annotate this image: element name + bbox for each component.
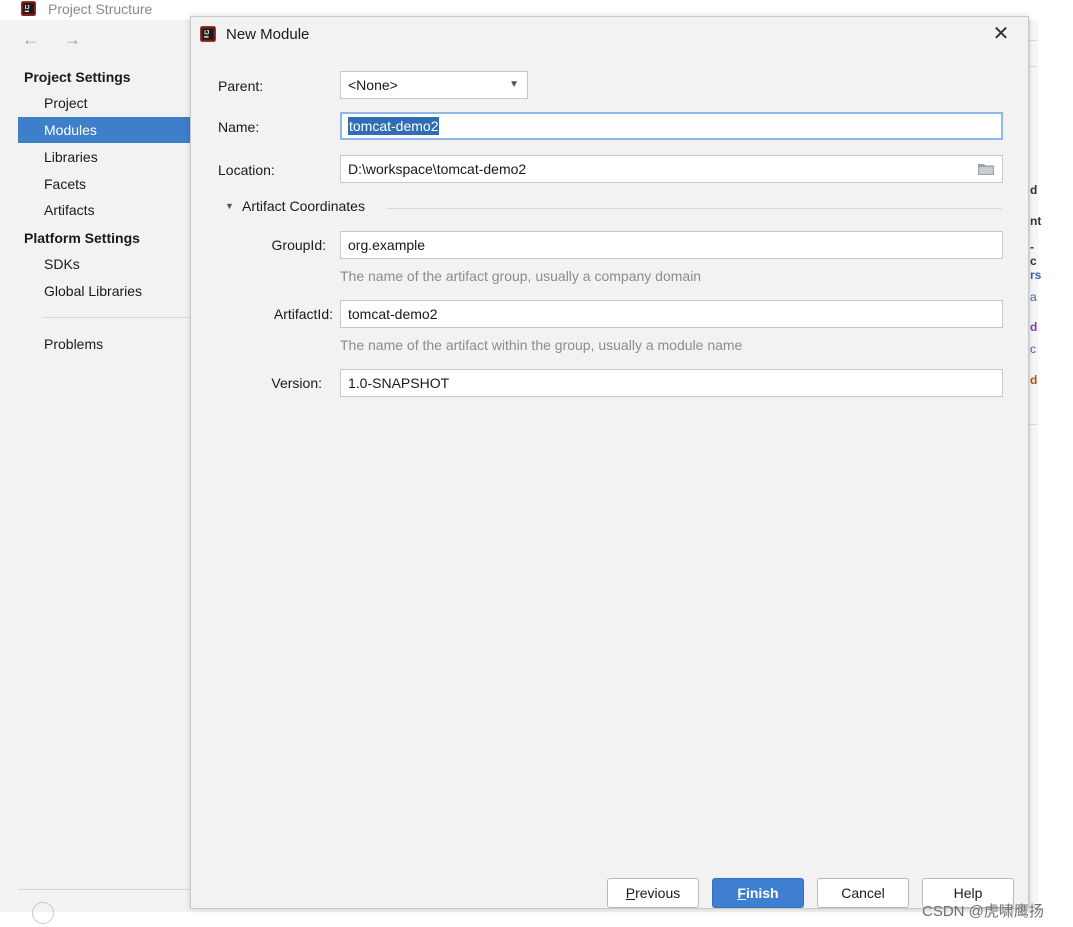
groupid-input[interactable]: org.example <box>340 231 1003 259</box>
section-divider <box>387 208 1002 209</box>
sidebar-item-facets[interactable]: Facets <box>18 171 190 197</box>
sidebar-bottom-divider <box>18 889 190 890</box>
previous-mnemonic: P <box>625 885 636 901</box>
groupid-label: GroupId: <box>271 237 326 253</box>
platform-settings-header: Platform Settings <box>24 230 140 246</box>
close-icon[interactable]: ✕ <box>990 23 1012 45</box>
edge-divider <box>1028 40 1037 41</box>
browse-folder-icon[interactable] <box>978 163 994 175</box>
project-settings-header: Project Settings <box>24 69 131 85</box>
cancel-button[interactable]: Cancel <box>817 878 909 908</box>
edge-text-fragment: nt <box>1030 214 1042 228</box>
sidebar-item-global-libraries[interactable]: Global Libraries <box>18 278 190 304</box>
name-input[interactable]: tomcat-demo2 <box>340 112 1003 140</box>
sidebar-item-modules[interactable]: Modules <box>18 117 190 143</box>
intellij-app-icon: IJ <box>21 1 36 16</box>
location-input-value: D:\workspace\tomcat-demo2 <box>348 161 527 177</box>
artifactid-hint: The name of the artifact within the grou… <box>340 337 743 353</box>
finish-button[interactable]: Finish <box>712 878 804 908</box>
project-structure-title: Project Structure <box>48 1 153 17</box>
artifact-coordinates-title[interactable]: Artifact Coordinates <box>242 198 365 214</box>
parent-dropdown[interactable]: <None> ▼ <box>340 71 528 99</box>
watermark: CSDN @虎啸鹰扬 <box>922 903 1044 920</box>
background-content-edge <box>1029 20 1038 912</box>
name-label: Name: <box>218 119 260 135</box>
edge-text-fragment: a <box>1030 290 1037 304</box>
svg-text:IJ: IJ <box>204 30 210 37</box>
dialog-title: New Module <box>226 26 310 43</box>
groupid-input-value: org.example <box>348 237 426 253</box>
finish-label-rest: inish <box>745 885 779 901</box>
sidebar-item-artifacts[interactable]: Artifacts <box>18 197 190 223</box>
help-circle-icon[interactable] <box>32 902 54 924</box>
sidebar-item-problems[interactable]: Problems <box>18 331 190 357</box>
artifactid-input[interactable]: tomcat-demo2 <box>340 300 1003 328</box>
sidebar-item-sdks[interactable]: SDKs <box>18 251 190 277</box>
edge-text-fragment: d <box>1030 320 1038 334</box>
sidebar-divider <box>42 317 192 318</box>
version-label: Version: <box>271 375 322 391</box>
edge-text-fragment: d <box>1030 183 1038 197</box>
sidebar-item-project[interactable]: Project <box>18 90 190 116</box>
dialog-titlebar[interactable]: IJ New Module ✕ <box>191 17 1028 53</box>
nav-back-forward-arrows[interactable]: ← → <box>22 30 91 50</box>
parent-dropdown-value: <None> <box>348 77 398 93</box>
collapse-triangle-icon[interactable]: ▼ <box>225 201 234 211</box>
edge-text-fragment: rs <box>1030 268 1042 282</box>
edge-divider <box>1028 424 1037 425</box>
edge-text-fragment: c <box>1030 342 1036 356</box>
chevron-down-icon: ▼ <box>509 79 519 90</box>
previous-label-rest: revious <box>635 885 681 901</box>
intellij-app-icon: IJ <box>200 26 216 42</box>
new-module-dialog: IJ New Module ✕ Parent: <None> ▼ Name: t… <box>190 16 1029 909</box>
edge-divider <box>1028 66 1037 67</box>
project-structure-sidebar: Project Settings Project Modules Librari… <box>18 60 192 890</box>
edge-text-fragment: d <box>1030 373 1038 387</box>
location-input[interactable]: D:\workspace\tomcat-demo2 <box>340 155 1003 183</box>
previous-button[interactable]: Previous <box>607 878 699 908</box>
location-label: Location: <box>218 162 275 178</box>
artifactid-input-value: tomcat-demo2 <box>348 306 438 322</box>
parent-label: Parent: <box>218 78 264 94</box>
edge-text-fragment: -c <box>1030 240 1037 268</box>
svg-text:IJ: IJ <box>25 5 30 11</box>
finish-mnemonic: F <box>737 885 746 901</box>
sidebar-item-libraries[interactable]: Libraries <box>18 144 190 170</box>
version-input[interactable]: 1.0-SNAPSHOT <box>340 369 1003 397</box>
version-input-value: 1.0-SNAPSHOT <box>348 375 450 391</box>
groupid-hint: The name of the artifact group, usually … <box>340 268 702 284</box>
name-input-selected-text: tomcat-demo2 <box>348 117 440 135</box>
artifactid-label: ArtifactId: <box>273 306 333 322</box>
